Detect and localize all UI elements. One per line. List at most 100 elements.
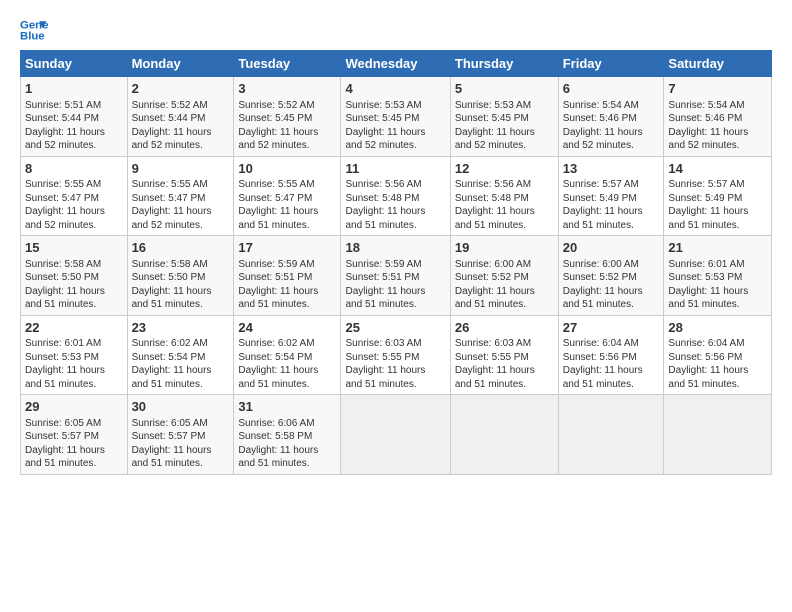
day-number: 4: [345, 80, 445, 98]
day-info: Sunrise: 6:02 AM Sunset: 5:54 PM Dayligh…: [132, 337, 230, 391]
day-info: Sunrise: 6:05 AM Sunset: 5:57 PM Dayligh…: [132, 417, 230, 471]
calendar-cell: 15Sunrise: 5:58 AM Sunset: 5:50 PM Dayli…: [21, 236, 128, 316]
day-number: 22: [25, 319, 123, 337]
day-info: Sunrise: 5:53 AM Sunset: 5:45 PM Dayligh…: [455, 99, 554, 153]
day-info: Sunrise: 6:03 AM Sunset: 5:55 PM Dayligh…: [345, 337, 445, 391]
calendar-cell: 24Sunrise: 6:02 AM Sunset: 5:54 PM Dayli…: [234, 315, 341, 395]
calendar-cell: 5Sunrise: 5:53 AM Sunset: 5:45 PM Daylig…: [450, 77, 558, 157]
calendar-cell: 10Sunrise: 5:55 AM Sunset: 5:47 PM Dayli…: [234, 156, 341, 236]
calendar-cell: 22Sunrise: 6:01 AM Sunset: 5:53 PM Dayli…: [21, 315, 128, 395]
day-info: Sunrise: 6:01 AM Sunset: 5:53 PM Dayligh…: [668, 258, 767, 312]
weekday-header-wednesday: Wednesday: [341, 51, 450, 77]
day-info: Sunrise: 5:55 AM Sunset: 5:47 PM Dayligh…: [132, 178, 230, 232]
day-info: Sunrise: 5:56 AM Sunset: 5:48 PM Dayligh…: [455, 178, 554, 232]
calendar-cell: 1Sunrise: 5:51 AM Sunset: 5:44 PM Daylig…: [21, 77, 128, 157]
calendar-cell: 3Sunrise: 5:52 AM Sunset: 5:45 PM Daylig…: [234, 77, 341, 157]
day-number: 28: [668, 319, 767, 337]
day-info: Sunrise: 6:00 AM Sunset: 5:52 PM Dayligh…: [455, 258, 554, 312]
calendar-cell: 23Sunrise: 6:02 AM Sunset: 5:54 PM Dayli…: [127, 315, 234, 395]
calendar-cell: 31Sunrise: 6:06 AM Sunset: 5:58 PM Dayli…: [234, 395, 341, 475]
calendar-cell: 20Sunrise: 6:00 AM Sunset: 5:52 PM Dayli…: [558, 236, 664, 316]
svg-text:Blue: Blue: [20, 31, 45, 43]
day-info: Sunrise: 5:58 AM Sunset: 5:50 PM Dayligh…: [25, 258, 123, 312]
day-number: 12: [455, 160, 554, 178]
day-info: Sunrise: 5:58 AM Sunset: 5:50 PM Dayligh…: [132, 258, 230, 312]
day-info: Sunrise: 5:57 AM Sunset: 5:49 PM Dayligh…: [563, 178, 660, 232]
day-info: Sunrise: 5:57 AM Sunset: 5:49 PM Dayligh…: [668, 178, 767, 232]
day-number: 26: [455, 319, 554, 337]
day-number: 9: [132, 160, 230, 178]
day-number: 31: [238, 398, 336, 416]
logo: General Blue: [20, 16, 50, 44]
day-number: 2: [132, 80, 230, 98]
day-info: Sunrise: 5:53 AM Sunset: 5:45 PM Dayligh…: [345, 99, 445, 153]
calendar-cell: 8Sunrise: 5:55 AM Sunset: 5:47 PM Daylig…: [21, 156, 128, 236]
day-info: Sunrise: 6:06 AM Sunset: 5:58 PM Dayligh…: [238, 417, 336, 471]
calendar-cell: 12Sunrise: 5:56 AM Sunset: 5:48 PM Dayli…: [450, 156, 558, 236]
calendar-cell: 18Sunrise: 5:59 AM Sunset: 5:51 PM Dayli…: [341, 236, 450, 316]
day-info: Sunrise: 5:59 AM Sunset: 5:51 PM Dayligh…: [345, 258, 445, 312]
day-number: 10: [238, 160, 336, 178]
calendar-cell: 9Sunrise: 5:55 AM Sunset: 5:47 PM Daylig…: [127, 156, 234, 236]
day-number: 29: [25, 398, 123, 416]
weekday-header-sunday: Sunday: [21, 51, 128, 77]
calendar: SundayMondayTuesdayWednesdayThursdayFrid…: [20, 50, 772, 475]
day-info: Sunrise: 5:51 AM Sunset: 5:44 PM Dayligh…: [25, 99, 123, 153]
day-number: 17: [238, 239, 336, 257]
calendar-cell: 21Sunrise: 6:01 AM Sunset: 5:53 PM Dayli…: [664, 236, 772, 316]
weekday-header-thursday: Thursday: [450, 51, 558, 77]
calendar-cell: 19Sunrise: 6:00 AM Sunset: 5:52 PM Dayli…: [450, 236, 558, 316]
calendar-cell: 4Sunrise: 5:53 AM Sunset: 5:45 PM Daylig…: [341, 77, 450, 157]
day-info: Sunrise: 5:54 AM Sunset: 5:46 PM Dayligh…: [563, 99, 660, 153]
day-info: Sunrise: 5:52 AM Sunset: 5:44 PM Dayligh…: [132, 99, 230, 153]
day-number: 11: [345, 160, 445, 178]
day-info: Sunrise: 5:59 AM Sunset: 5:51 PM Dayligh…: [238, 258, 336, 312]
day-info: Sunrise: 5:56 AM Sunset: 5:48 PM Dayligh…: [345, 178, 445, 232]
calendar-cell: 28Sunrise: 6:04 AM Sunset: 5:56 PM Dayli…: [664, 315, 772, 395]
day-number: 7: [668, 80, 767, 98]
calendar-cell: [664, 395, 772, 475]
day-number: 6: [563, 80, 660, 98]
day-info: Sunrise: 6:05 AM Sunset: 5:57 PM Dayligh…: [25, 417, 123, 471]
weekday-header-saturday: Saturday: [664, 51, 772, 77]
weekday-header-monday: Monday: [127, 51, 234, 77]
day-number: 18: [345, 239, 445, 257]
day-number: 16: [132, 239, 230, 257]
day-number: 13: [563, 160, 660, 178]
day-number: 23: [132, 319, 230, 337]
day-number: 3: [238, 80, 336, 98]
day-number: 25: [345, 319, 445, 337]
day-info: Sunrise: 6:00 AM Sunset: 5:52 PM Dayligh…: [563, 258, 660, 312]
day-number: 14: [668, 160, 767, 178]
day-info: Sunrise: 6:01 AM Sunset: 5:53 PM Dayligh…: [25, 337, 123, 391]
day-number: 1: [25, 80, 123, 98]
day-number: 21: [668, 239, 767, 257]
day-number: 30: [132, 398, 230, 416]
weekday-header-tuesday: Tuesday: [234, 51, 341, 77]
day-info: Sunrise: 6:03 AM Sunset: 5:55 PM Dayligh…: [455, 337, 554, 391]
calendar-cell: 11Sunrise: 5:56 AM Sunset: 5:48 PM Dayli…: [341, 156, 450, 236]
day-info: Sunrise: 6:04 AM Sunset: 5:56 PM Dayligh…: [668, 337, 767, 391]
day-info: Sunrise: 5:55 AM Sunset: 5:47 PM Dayligh…: [25, 178, 123, 232]
day-number: 24: [238, 319, 336, 337]
day-info: Sunrise: 6:02 AM Sunset: 5:54 PM Dayligh…: [238, 337, 336, 391]
calendar-cell: [450, 395, 558, 475]
calendar-cell: 16Sunrise: 5:58 AM Sunset: 5:50 PM Dayli…: [127, 236, 234, 316]
day-number: 27: [563, 319, 660, 337]
day-info: Sunrise: 5:54 AM Sunset: 5:46 PM Dayligh…: [668, 99, 767, 153]
weekday-header-friday: Friday: [558, 51, 664, 77]
calendar-cell: [558, 395, 664, 475]
calendar-cell: [341, 395, 450, 475]
day-info: Sunrise: 6:04 AM Sunset: 5:56 PM Dayligh…: [563, 337, 660, 391]
calendar-cell: 29Sunrise: 6:05 AM Sunset: 5:57 PM Dayli…: [21, 395, 128, 475]
calendar-cell: 14Sunrise: 5:57 AM Sunset: 5:49 PM Dayli…: [664, 156, 772, 236]
day-number: 8: [25, 160, 123, 178]
calendar-cell: 17Sunrise: 5:59 AM Sunset: 5:51 PM Dayli…: [234, 236, 341, 316]
calendar-cell: 7Sunrise: 5:54 AM Sunset: 5:46 PM Daylig…: [664, 77, 772, 157]
calendar-cell: 25Sunrise: 6:03 AM Sunset: 5:55 PM Dayli…: [341, 315, 450, 395]
calendar-cell: 27Sunrise: 6:04 AM Sunset: 5:56 PM Dayli…: [558, 315, 664, 395]
day-number: 19: [455, 239, 554, 257]
day-number: 5: [455, 80, 554, 98]
day-info: Sunrise: 5:55 AM Sunset: 5:47 PM Dayligh…: [238, 178, 336, 232]
calendar-cell: 13Sunrise: 5:57 AM Sunset: 5:49 PM Dayli…: [558, 156, 664, 236]
